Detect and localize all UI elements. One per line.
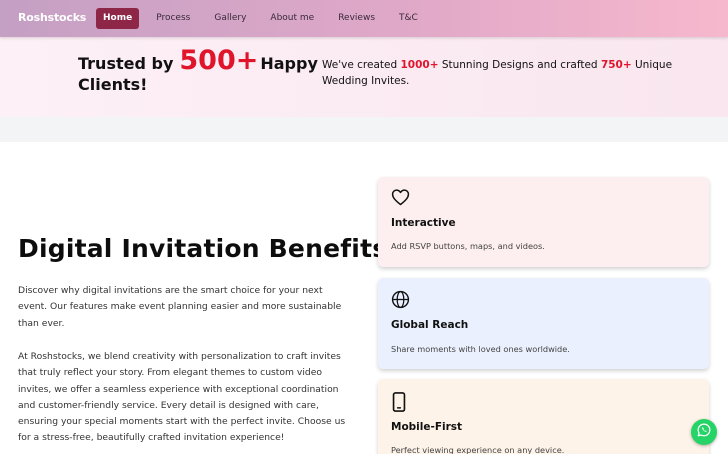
card-title: Interactive: [391, 217, 456, 229]
feature-card-mobile-first: Mobile-First Perfect viewing experience …: [378, 379, 709, 454]
mobile-icon: [391, 392, 407, 416]
nav-link-process[interactable]: Process: [149, 8, 197, 29]
nav-links: Home Process Gallery About me Reviews T&…: [96, 8, 435, 29]
designs-count: 1000+: [400, 59, 439, 71]
trust-title-line2: Clients!: [78, 75, 148, 94]
benefits-intro: Discover why digital invitations are the…: [18, 285, 342, 329]
feature-card-global-reach: Global Reach Share moments with loved on…: [378, 278, 709, 369]
feature-card-interactive: Interactive Add RSVP buttons, maps, and …: [378, 177, 709, 267]
brand-logo[interactable]: Roshstocks: [18, 11, 86, 24]
nav-link-gallery[interactable]: Gallery: [207, 8, 253, 29]
stats-text-1: We've created: [322, 59, 401, 71]
client-count: 500+: [179, 45, 259, 76]
trust-title-suffix: Happy: [260, 54, 318, 73]
navbar: Roshstocks Home Process Gallery About me…: [0, 0, 728, 37]
trust-heading: Trusted by 500+ Happy Clients!: [78, 45, 318, 94]
trust-stats: We've created 1000+ Stunning Designs and…: [322, 57, 682, 89]
trust-title-prefix: Trusted by: [78, 54, 174, 73]
heart-icon: [391, 188, 410, 210]
invites-count: 750+: [600, 59, 632, 71]
card-description: Perfect viewing experience on any device…: [391, 445, 565, 454]
trust-banner: Trusted by 500+ Happy Clients! We've cre…: [0, 37, 728, 117]
whatsapp-icon: [696, 422, 712, 442]
globe-icon: [391, 290, 410, 313]
whatsapp-button[interactable]: [691, 419, 717, 445]
nav-link-about-me[interactable]: About me: [263, 8, 321, 29]
card-title: Mobile-First: [391, 421, 463, 433]
benefits-about: At Roshstocks, we blend creativity with …: [18, 351, 346, 444]
stats-text-2: Stunning Designs and crafted: [438, 59, 601, 71]
benefits-title: Digital Invitation Benefits: [18, 234, 388, 263]
nav-link-terms[interactable]: T&C: [392, 8, 425, 29]
nav-link-home[interactable]: Home: [96, 8, 140, 29]
nav-link-reviews[interactable]: Reviews: [331, 8, 382, 29]
section-divider: [0, 117, 728, 142]
card-description: Add RSVP buttons, maps, and videos.: [391, 241, 545, 251]
card-description: Share moments with loved ones worldwide.: [391, 344, 570, 354]
card-title: Global Reach: [391, 319, 469, 331]
